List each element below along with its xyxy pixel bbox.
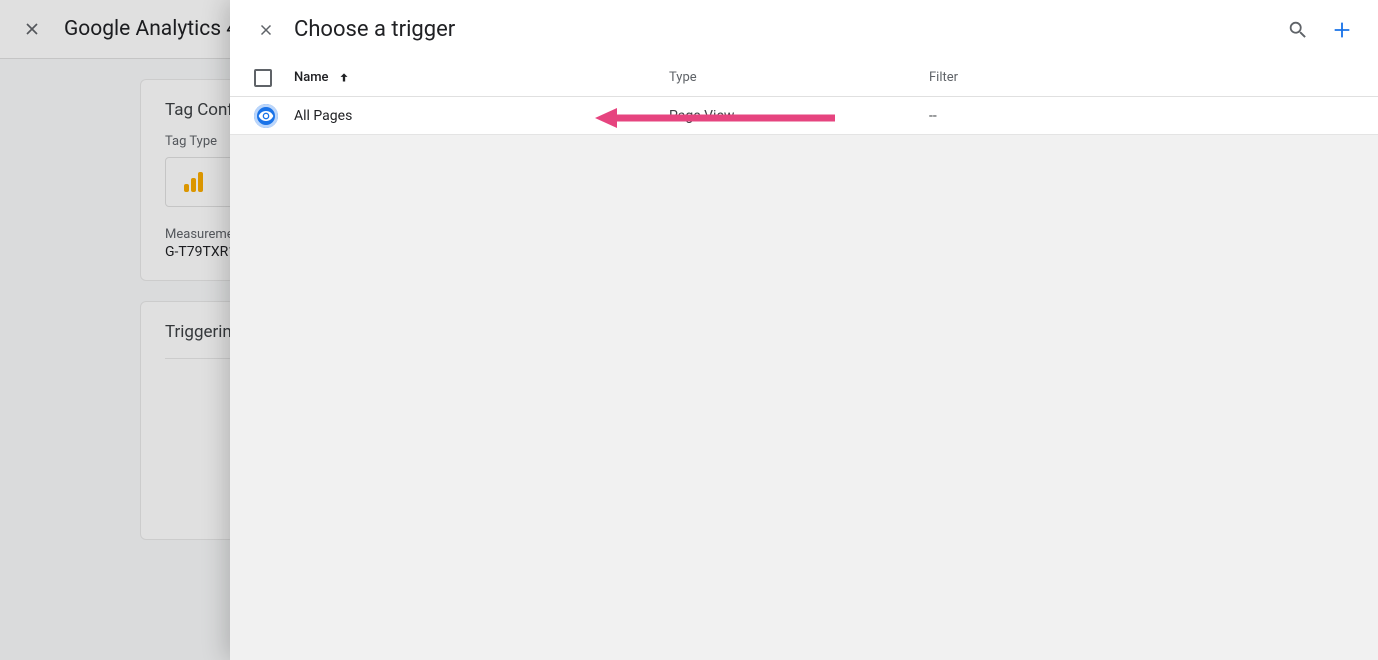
- header-checkbox-col: [254, 69, 294, 87]
- trigger-row-all-pages[interactable]: All Pages Page View --: [230, 97, 1378, 135]
- panel-actions: [1286, 18, 1354, 42]
- row-icon-col: [254, 104, 294, 128]
- header-name-label: Name: [294, 70, 329, 85]
- select-all-checkbox[interactable]: [254, 69, 272, 87]
- eye-icon: [258, 108, 274, 124]
- bg-close-button[interactable]: [20, 17, 44, 41]
- google-analytics-icon: [182, 170, 206, 194]
- header-name-col[interactable]: Name: [294, 70, 669, 85]
- add-trigger-button[interactable]: [1330, 18, 1354, 42]
- panel-close-button[interactable]: [254, 18, 278, 42]
- panel-title: Choose a trigger: [294, 17, 1286, 42]
- panel-header: Choose a trigger: [230, 0, 1378, 59]
- header-filter-col[interactable]: Filter: [929, 70, 1354, 85]
- search-button[interactable]: [1286, 18, 1310, 42]
- bg-page-title: Google Analytics 4: [64, 17, 238, 41]
- page-view-trigger-icon: [254, 104, 278, 128]
- close-icon: [22, 19, 42, 39]
- row-type: Page View: [669, 108, 929, 124]
- plus-icon: [1331, 19, 1353, 41]
- close-icon: [257, 21, 275, 39]
- sort-ascending-icon: [337, 71, 351, 85]
- row-filter: --: [929, 108, 1354, 124]
- header-type-col[interactable]: Type: [669, 70, 929, 85]
- choose-trigger-panel: Choose a trigger Name Type Filter All Pa…: [230, 0, 1378, 660]
- row-name: All Pages: [294, 108, 669, 124]
- search-icon: [1287, 19, 1309, 41]
- trigger-table-header: Name Type Filter: [230, 59, 1378, 97]
